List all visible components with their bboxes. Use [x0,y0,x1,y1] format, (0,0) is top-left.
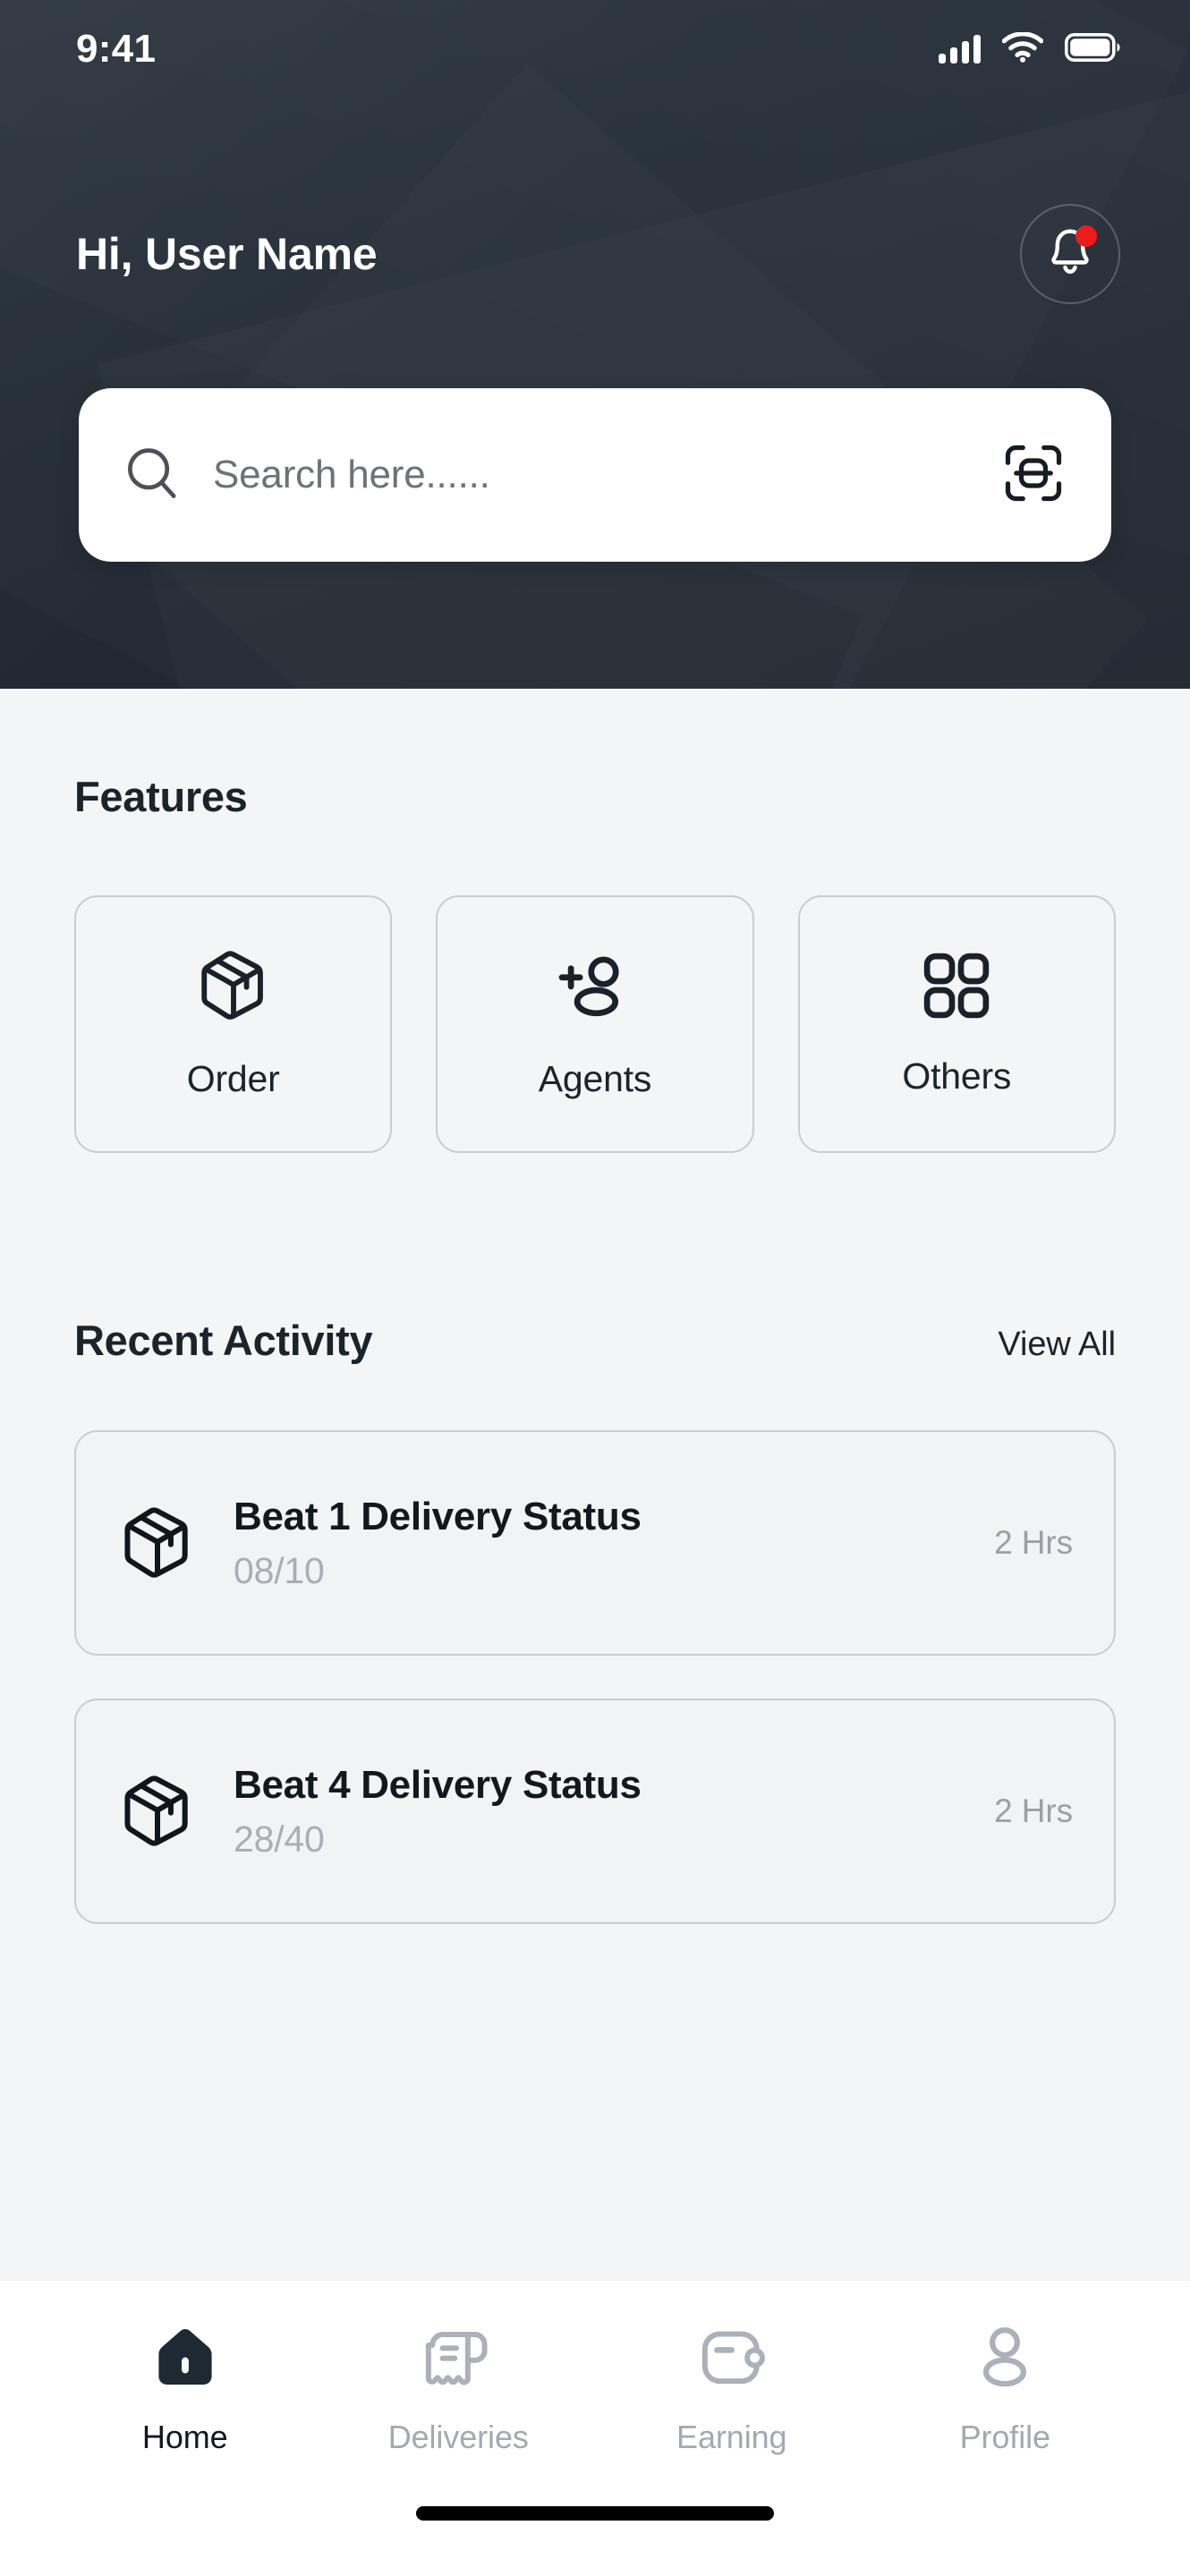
search-placeholder: Search here...... [213,453,490,496]
activity-time: 2 Hrs [994,1792,1073,1829]
home-indicator-area [0,2506,1190,2576]
nav-label-home: Home [141,2418,228,2455]
feature-card-others[interactable]: Others [797,895,1116,1153]
receipt-icon [424,2323,492,2395]
app-screen: 9:41 Hi, User Name Search here...... Fea… [0,0,1190,2576]
recent-activity-title: Recent Activity [74,1317,373,1364]
status-bar-icons [939,30,1120,67]
cellular-signal-icon [939,35,981,64]
nav-item-earning[interactable]: Earning [595,2323,869,2456]
view-all-link[interactable]: View All [998,1326,1116,1364]
activity-subtitle: 08/10 [234,1549,325,1591]
activity-text-group: Beat 1 Delivery Status 08/10 [234,1495,956,1592]
status-bar-time: 9:41 [76,27,157,71]
feature-card-agents[interactable]: Agents [436,895,754,1153]
feature-label-others: Others [902,1055,1012,1097]
recent-activity-header: Recent Activity View All [74,1316,1116,1365]
nav-item-home[interactable]: Home [48,2323,322,2456]
greeting-text: Hi, User Name [76,229,378,279]
grid-four-squares-icon [922,951,991,1025]
nav-label-profile: Profile [959,2418,1050,2455]
feature-card-order[interactable]: Order [74,895,393,1153]
nav-label-deliveries: Deliveries [387,2418,529,2455]
search-bar[interactable]: Search here...... [79,388,1111,562]
activity-time: 2 Hrs [994,1524,1073,1561]
scan-qr-icon[interactable] [1002,442,1065,509]
battery-full-icon [1064,32,1120,66]
recent-activity-list: Beat 1 Delivery Status 08/10 2 Hrs Beat … [74,1430,1116,1924]
person-icon [971,2323,1039,2395]
activity-title: Beat 4 Delivery Status [234,1762,642,1807]
notification-bell-button[interactable] [1020,204,1120,304]
activity-row[interactable]: Beat 4 Delivery Status 28/40 2 Hrs [74,1699,1116,1924]
nav-item-deliveries[interactable]: Deliveries [322,2323,596,2456]
package-box-icon [119,1773,196,1850]
search-section: Search here...... [0,388,1190,562]
bottom-nav-items: Home Deliveries Earning Profile [0,2281,1190,2506]
header-section: 9:41 Hi, User Name Search here...... [0,0,1190,689]
activity-row[interactable]: Beat 1 Delivery Status 08/10 2 Hrs [74,1430,1116,1656]
feature-label-agents: Agents [538,1058,652,1099]
activity-text-group: Beat 4 Delivery Status 28/40 [234,1763,956,1860]
nav-label-earning: Earning [676,2418,787,2455]
main-content: Features Order Agents Others Recent Acti… [0,689,1190,2281]
add-person-icon [557,948,633,1028]
bottom-navigation-bar: Home Deliveries Earning Profile [0,2281,1190,2576]
status-bar: 9:41 [0,0,1190,98]
package-box-icon [196,948,271,1028]
wifi-icon [1001,30,1044,67]
feature-label-order: Order [186,1058,280,1099]
notification-unread-dot [1075,225,1097,247]
home-indicator[interactable] [416,2506,774,2521]
activity-subtitle: 28/40 [234,1818,325,1860]
package-box-icon [119,1504,196,1581]
nav-item-profile[interactable]: Profile [869,2323,1143,2456]
home-icon [151,2323,219,2395]
search-icon [123,445,181,506]
activity-title: Beat 1 Delivery Status [234,1494,642,1538]
features-title: Features [74,773,248,820]
wallet-icon [698,2323,766,2395]
features-grid: Order Agents Others [74,895,1116,1153]
greeting-row: Hi, User Name [0,204,1190,304]
